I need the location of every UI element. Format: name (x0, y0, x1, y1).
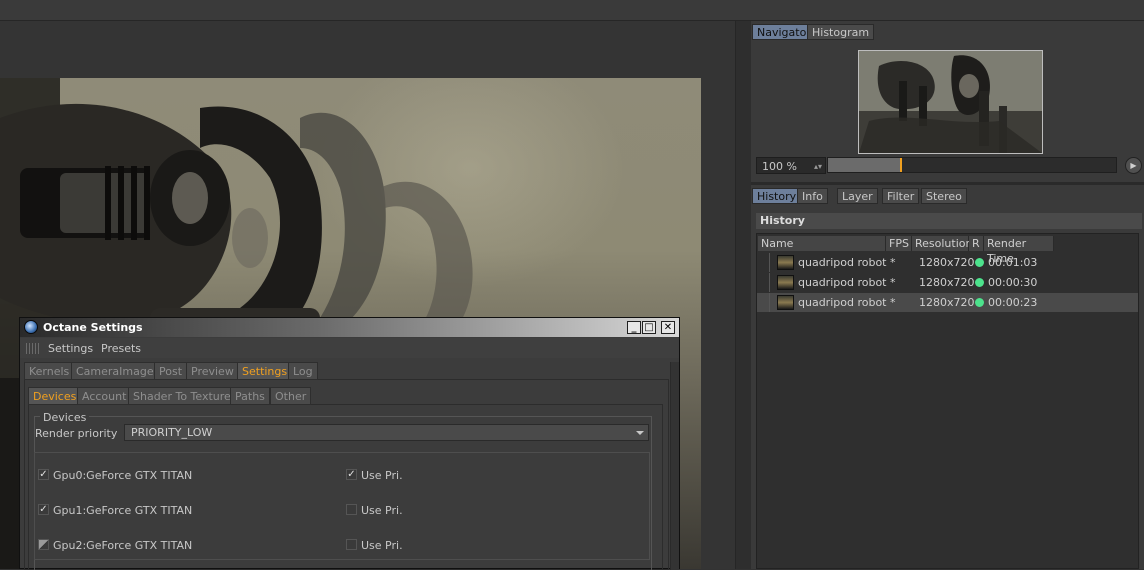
gpu2-use-pri-checkbox[interactable] (346, 539, 357, 550)
tab-settings[interactable]: Settings (237, 362, 293, 380)
right-panel: Navigator Histogram 100 % ▴▾ ▶ History I… (751, 21, 1144, 569)
gpu2-use-pri-label: Use Pri. (361, 539, 403, 552)
tree-line (769, 253, 770, 272)
table-row-selected[interactable]: quadripod robot * 1280x720 00:00:23 (757, 293, 1138, 312)
status-dot-icon (975, 258, 984, 267)
tree-line (769, 273, 770, 292)
render-priority-select[interactable]: PRIORITY_LOW (124, 424, 649, 441)
tab-kernels[interactable]: Kernels (24, 362, 75, 380)
dialog-title-bar[interactable]: Octane Settings _ □ ✕ (20, 318, 679, 337)
minimize-button[interactable]: _ (627, 321, 641, 334)
row-render-time: 00:00:23 (988, 296, 1038, 309)
devices-group-label: Devices (40, 411, 90, 424)
row-name: quadripod robot * (798, 276, 896, 289)
column-header-name[interactable]: Name (758, 236, 886, 251)
spinner-arrows-icon[interactable]: ▴▾ (814, 158, 822, 175)
column-header-resolution[interactable]: Resolution (912, 236, 972, 251)
tab-layer[interactable]: Layer (837, 188, 878, 204)
tab-devices[interactable]: Devices (28, 387, 82, 405)
close-button[interactable]: ✕ (661, 321, 675, 334)
tab-preview[interactable]: Preview (186, 362, 239, 380)
zoom-slider[interactable] (827, 157, 1117, 173)
status-dot-icon (975, 278, 984, 287)
render-priority-label: Render priority (35, 427, 118, 440)
chevron-down-icon (636, 431, 644, 435)
tab-other[interactable]: Other (270, 387, 312, 405)
dialog-menubar: Settings Presets (20, 338, 679, 358)
table-row[interactable]: quadripod robot * 1280x720 00:01:03 (757, 253, 1138, 272)
panel-splitter[interactable] (735, 21, 751, 569)
row-resolution: 1280x720 (919, 276, 975, 289)
octane-logo-icon (24, 320, 38, 334)
gpu0-enable-checkbox[interactable]: ✓ (38, 469, 49, 480)
zoom-value: 100 % (762, 160, 797, 173)
gpu0-label: Gpu0:GeForce GTX TITAN (53, 469, 193, 482)
tab-account[interactable]: Account (77, 387, 132, 405)
tab-log[interactable]: Log (288, 362, 318, 380)
table-row[interactable]: quadripod robot * 1280x720 00:00:30 (757, 273, 1138, 292)
render-thumbnail (777, 255, 794, 270)
gpu0-use-pri-label: Use Pri. (361, 469, 403, 482)
gpu1-enable-checkbox[interactable]: ✓ (38, 504, 49, 515)
render-priority-value: PRIORITY_LOW (131, 426, 213, 439)
row-render-time: 00:01:03 (988, 256, 1038, 269)
column-header-fps[interactable]: FPS (886, 236, 912, 251)
history-section-header: History (756, 213, 1142, 229)
row-resolution: 1280x720 (919, 296, 975, 309)
row-name: quadripod robot * (798, 296, 896, 309)
render-thumbnail (777, 295, 794, 310)
grip-icon[interactable] (26, 343, 40, 354)
menu-settings[interactable]: Settings (48, 342, 93, 355)
row-resolution: 1280x720 (919, 256, 975, 269)
tab-shader-to-texture[interactable]: Shader To Texture (128, 387, 236, 405)
tab-paths[interactable]: Paths (230, 387, 270, 405)
maximize-button[interactable]: □ (642, 321, 656, 334)
dialog-scrollbar[interactable] (670, 362, 679, 570)
gpu1-label: Gpu1:GeForce GTX TITAN (53, 504, 193, 517)
gpu0-use-pri-checkbox[interactable]: ✓ (346, 469, 357, 480)
status-dot-icon (975, 298, 984, 307)
row-name: quadripod robot * (798, 256, 896, 269)
zoom-slider-handle[interactable] (900, 158, 902, 172)
history-table: Name FPS Resolution R Render Time quadri… (756, 233, 1139, 569)
tab-cameraimager[interactable]: CameraImager (71, 362, 164, 380)
dialog-title: Octane Settings (43, 321, 143, 334)
render-thumbnail (777, 275, 794, 290)
tab-stereo[interactable]: Stereo (921, 188, 967, 204)
tab-post[interactable]: Post (154, 362, 188, 380)
column-header-r[interactable]: R (969, 236, 984, 251)
panel-divider[interactable] (751, 182, 1144, 185)
tab-histogram[interactable]: Histogram (807, 24, 875, 40)
play-icon[interactable]: ▶ (1125, 157, 1142, 174)
gpu1-use-pri-label: Use Pri. (361, 504, 403, 517)
tab-filter[interactable]: Filter (882, 188, 920, 204)
gpu2-label: Gpu2:GeForce GTX TITAN (53, 539, 193, 552)
gpu1-use-pri-checkbox[interactable] (346, 504, 357, 515)
top-toolbar-strip (0, 0, 1144, 21)
navigator-thumbnail[interactable] (858, 50, 1043, 154)
gpu2-enable-checkbox[interactable] (38, 539, 49, 550)
zoom-field[interactable]: 100 % ▴▾ (756, 157, 826, 174)
menu-presets[interactable]: Presets (101, 342, 141, 355)
tab-info[interactable]: Info (797, 188, 828, 204)
tree-line (769, 293, 770, 312)
octane-settings-dialog: Octane Settings _ □ ✕ Settings Presets K… (19, 317, 680, 570)
row-render-time: 00:00:30 (988, 276, 1038, 289)
zoom-slider-fill (828, 158, 900, 172)
tab-history[interactable]: History (752, 188, 802, 204)
column-header-render-time[interactable]: Render Time (984, 236, 1054, 265)
